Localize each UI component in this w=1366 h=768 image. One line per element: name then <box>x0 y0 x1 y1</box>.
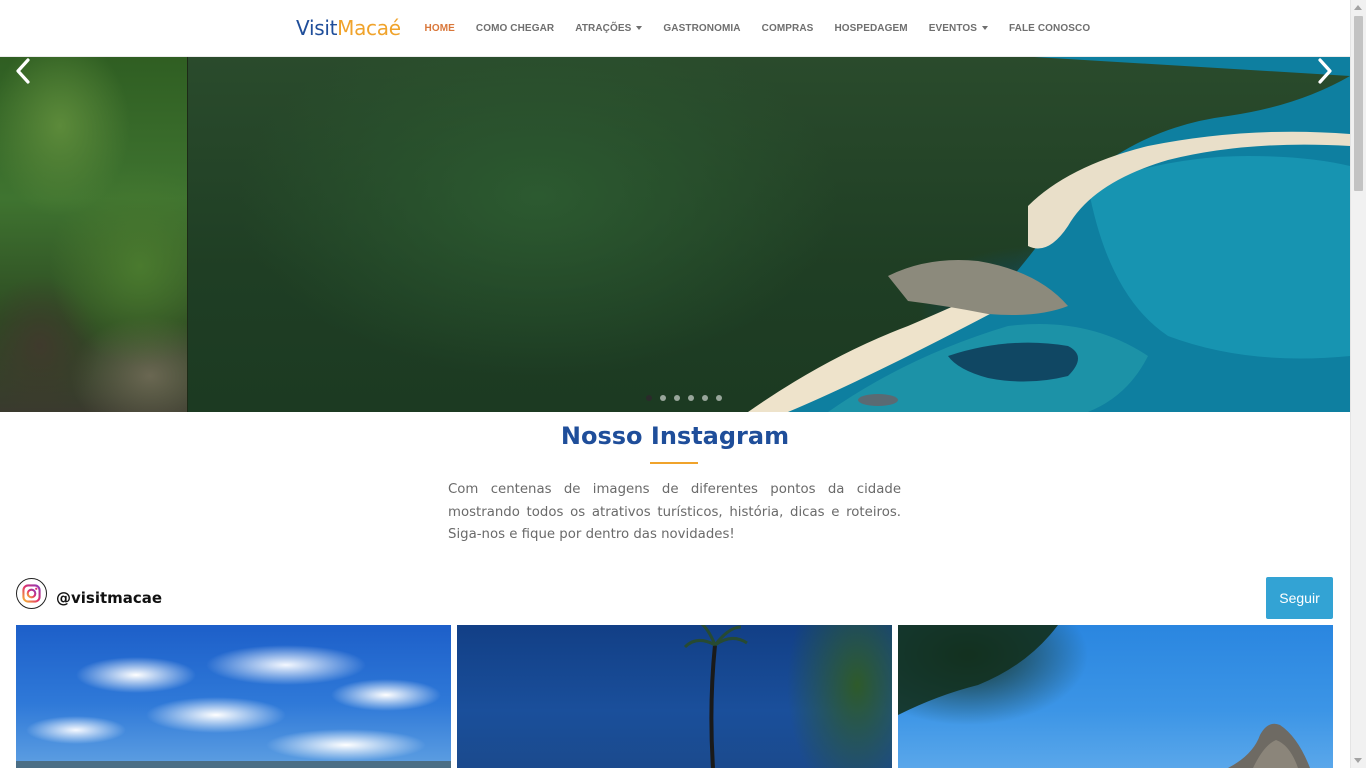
coastline-illustration <box>748 56 1350 412</box>
instagram-post-thumbnail[interactable] <box>16 625 451 768</box>
instagram-feed-header: @visitmacae Seguir <box>16 577 1333 619</box>
nav-label: FALE CONOSCO <box>1009 22 1091 34</box>
follow-button[interactable]: Seguir <box>1266 577 1333 619</box>
main-nav: HOME COMO CHEGAR ATRAÇÕES GASTRONOMIA CO… <box>414 0 1101 56</box>
nav-item-fale-conosco[interactable]: FALE CONOSCO <box>999 23 1101 34</box>
scroll-down-icon[interactable] <box>1354 758 1362 763</box>
nav-item-gastronomia[interactable]: GASTRONOMIA <box>653 23 751 34</box>
section-title: Nosso Instagram <box>560 422 790 450</box>
logo-text-macae: Macaé <box>337 16 401 40</box>
nav-label: ATRAÇÕES <box>575 22 632 34</box>
nav-label: COMPRAS <box>761 22 814 34</box>
chevron-left-icon[interactable] <box>12 56 36 86</box>
instagram-grid <box>16 625 1333 768</box>
section-description: Com centenas de imagens de diferentes po… <box>448 482 901 542</box>
title-underline <box>650 462 698 464</box>
hero-slider[interactable] <box>0 56 1350 412</box>
slider-dot[interactable] <box>646 395 652 401</box>
nav-item-hospedagem[interactable]: HOSPEDAGEM <box>824 23 918 34</box>
nav-item-eventos[interactable]: EVENTOS <box>918 23 998 34</box>
nav-label: HOME <box>424 22 455 34</box>
slider-dots <box>646 395 722 401</box>
scrollbar-thumb[interactable] <box>1354 16 1363 191</box>
slide-image-forest <box>0 56 188 412</box>
caret-down-icon <box>636 26 643 30</box>
nav-label: GASTRONOMIA <box>663 22 741 34</box>
slider-dot[interactable] <box>702 395 708 401</box>
nav-item-compras[interactable]: COMPRAS <box>751 23 824 34</box>
instagram-handle[interactable]: @visitmacae <box>56 589 162 607</box>
scroll-up-icon[interactable] <box>1354 5 1362 10</box>
logo-text-visit: Visit <box>296 16 338 40</box>
slider-dot[interactable] <box>660 395 666 401</box>
site-header: VisitMacaé HOME COMO CHEGAR ATRAÇÕES GAS… <box>0 0 1350 57</box>
slider-dot[interactable] <box>674 395 680 401</box>
chevron-right-icon[interactable] <box>1312 56 1336 86</box>
nav-item-atracoes[interactable]: ATRAÇÕES <box>565 23 653 34</box>
slider-dot[interactable] <box>716 395 722 401</box>
caret-down-icon <box>982 26 988 30</box>
instagram-post-thumbnail[interactable] <box>898 625 1333 768</box>
site-logo[interactable]: VisitMacaé <box>296 16 401 40</box>
instagram-post-thumbnail[interactable] <box>457 625 892 768</box>
nav-item-como-chegar[interactable]: COMO CHEGAR <box>465 23 564 34</box>
nav-item-home[interactable]: HOME <box>414 23 465 34</box>
vertical-scrollbar[interactable] <box>1350 0 1366 768</box>
nav-label: COMO CHEGAR <box>475 22 555 34</box>
nav-label: EVENTOS <box>928 22 977 34</box>
instagram-icon[interactable] <box>16 578 47 609</box>
slider-dot[interactable] <box>688 395 694 401</box>
nav-label: HOSPEDAGEM <box>834 22 908 34</box>
